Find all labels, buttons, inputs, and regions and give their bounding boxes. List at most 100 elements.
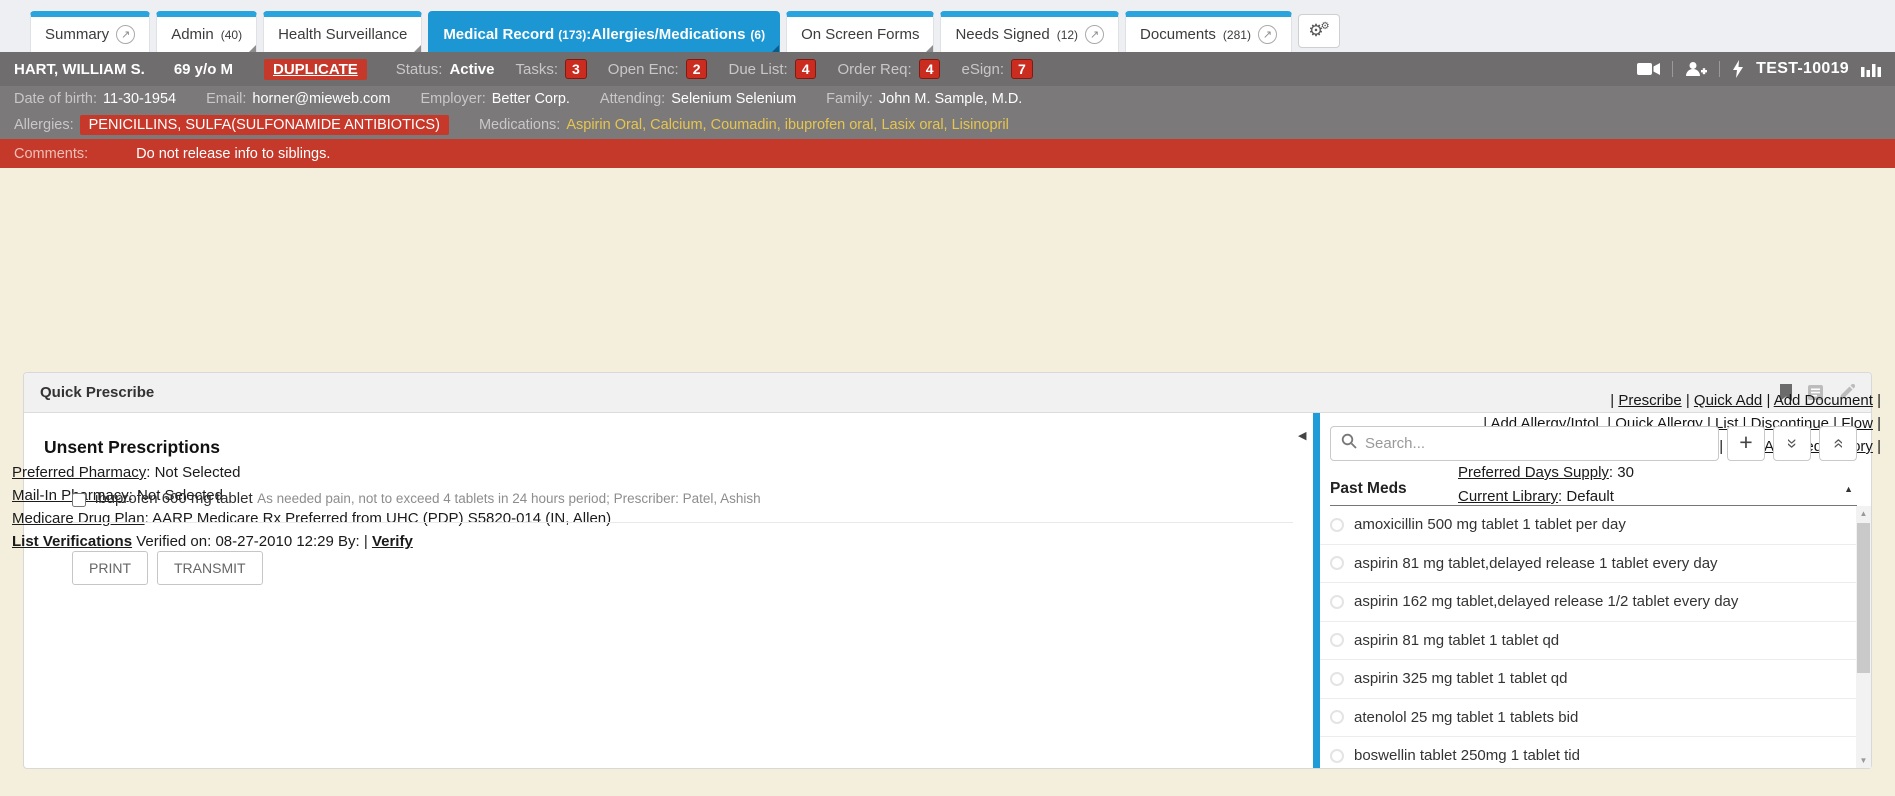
quick-prescribe-panel: Quick Prescribe Unsent Prescriptions <box>23 372 1872 769</box>
tab-sublabel: :Allergies/Medications <box>586 26 745 43</box>
past-med-row[interactable]: amoxicillin 500 mg tablet 1 tablet per d… <box>1320 506 1856 545</box>
medications-label: Medications: <box>479 117 560 133</box>
scroll-down-arrow[interactable]: ▼ <box>1856 753 1871 768</box>
attending-value: Selenium Selenium <box>671 91 796 107</box>
med-search-input[interactable] <box>1365 435 1708 452</box>
past-meds-title: Past Meds <box>1330 480 1407 498</box>
tab-label: On Screen Forms <box>801 26 919 43</box>
medication-link[interactable]: Coumadin <box>711 117 785 133</box>
action-link[interactable]: Quick Add <box>1694 392 1762 409</box>
past-med-label: atenolol 25 mg tablet 1 tablets bid <box>1354 709 1578 726</box>
past-med-label: aspirin 325 mg tablet 1 tablet qd <box>1354 670 1567 687</box>
medication-link[interactable]: ibuprofen oral <box>785 117 882 133</box>
add-med-button[interactable]: + <box>1727 426 1765 461</box>
scrollbar-thumb[interactable] <box>1857 523 1870 673</box>
past-med-label: aspirin 81 mg tablet,delayed release 1 t… <box>1354 555 1718 572</box>
past-med-row[interactable]: aspirin 81 mg tablet,delayed release 1 t… <box>1320 545 1856 584</box>
tab-label: Summary <box>45 26 109 43</box>
esign-count-badge[interactable]: 7 <box>1011 59 1033 79</box>
past-med-row[interactable]: atenolol 25 mg tablet 1 tablets bid <box>1320 699 1856 738</box>
medication-link[interactable]: Lasix oral <box>881 117 951 133</box>
collapse-sidebar-button[interactable]: ◀ <box>1298 429 1306 442</box>
tab-documents[interactable]: Documents (281) ↗ <box>1125 11 1292 52</box>
sort-ascending-icon: ▲ <box>1844 484 1853 494</box>
section-title: Unsent Prescriptions <box>44 437 1313 458</box>
patient-id: TEST-10019 <box>1756 60 1849 78</box>
settings-gear-button[interactable]: ⚙ ⚙ <box>1298 14 1340 48</box>
tab-on-screen-forms[interactable]: On Screen Forms <box>786 11 934 52</box>
add-person-icon[interactable] <box>1685 61 1707 77</box>
past-meds-header[interactable]: Past Meds ▲ <box>1330 473 1857 506</box>
external-link-icon[interactable]: ↗ <box>1258 25 1277 44</box>
dob-label: Date of birth: <box>14 91 97 107</box>
double-chevron-down-icon: » <box>1781 438 1802 448</box>
comments-label: Comments: <box>14 146 88 162</box>
radio-button[interactable] <box>1330 595 1344 609</box>
rx-note: As needed pain, not to exceed 4 tablets … <box>257 491 761 506</box>
tasks-count-badge[interactable]: 3 <box>565 59 587 79</box>
order-req-label: Order Req: <box>837 61 911 78</box>
double-chevron-up-icon: » <box>1827 438 1848 448</box>
medication-link[interactable]: Calcium <box>650 117 710 133</box>
past-med-row[interactable]: aspirin 325 mg tablet 1 tablet qd <box>1320 660 1856 699</box>
action-link[interactable]: Prescribe <box>1618 392 1681 409</box>
tasks-label: Tasks: <box>515 61 558 78</box>
dob-value: 11-30-1954 <box>103 91 176 107</box>
radio-button[interactable] <box>1330 672 1344 686</box>
tab-health-surveillance[interactable]: Health Surveillance <box>263 11 422 52</box>
past-med-row[interactable]: aspirin 81 mg tablet 1 tablet qd <box>1320 622 1856 661</box>
lightning-icon[interactable] <box>1732 60 1744 78</box>
print-button[interactable]: PRINT <box>72 551 148 585</box>
collapse-all-button[interactable]: » <box>1819 426 1857 461</box>
past-med-row[interactable]: boswellin tablet 250mg 1 tablet tid <box>1320 737 1856 768</box>
medication-link[interactable]: Aspirin Oral <box>566 117 650 133</box>
rx-checkbox[interactable] <box>72 493 86 507</box>
past-med-label: aspirin 162 mg tablet,delayed release 1/… <box>1354 593 1738 610</box>
allergies-badge[interactable]: PENICILLINS, SULFA(SULFONAMIDE ANTIBIOTI… <box>80 115 449 135</box>
video-camera-icon[interactable] <box>1637 62 1660 76</box>
med-search-box[interactable] <box>1330 426 1719 461</box>
external-link-icon[interactable]: ↗ <box>116 25 135 44</box>
radio-button[interactable] <box>1330 710 1344 724</box>
tab-count: (173) <box>558 28 586 42</box>
med-picker-sidebar: ◀ + » » Past Meds ▲ <box>1313 413 1871 768</box>
radio-button[interactable] <box>1330 556 1344 570</box>
action-link[interactable]: Add Document <box>1774 392 1873 409</box>
divider <box>1672 61 1673 77</box>
tab-subcount: (6) <box>750 28 765 42</box>
external-link-icon[interactable]: ↗ <box>1085 25 1104 44</box>
tab-label: Needs Signed <box>955 26 1049 43</box>
past-med-label: aspirin 81 mg tablet 1 tablet qd <box>1354 632 1559 649</box>
due-list-count-badge[interactable]: 4 <box>795 59 817 79</box>
radio-button[interactable] <box>1330 749 1344 763</box>
employer-label: Employer: <box>420 91 485 107</box>
tab-needs-signed[interactable]: Needs Signed (12) ↗ <box>940 11 1119 52</box>
scroll-up-arrow[interactable]: ▲ <box>1856 506 1871 521</box>
past-med-row[interactable]: aspirin 162 mg tablet,delayed release 1/… <box>1320 583 1856 622</box>
past-meds-rows: amoxicillin 500 mg tablet 1 tablet per d… <box>1320 506 1856 768</box>
gear-icon: ⚙ <box>1321 21 1330 32</box>
allergies-label: Allergies: <box>14 117 74 133</box>
radio-button[interactable] <box>1330 633 1344 647</box>
patient-age-sex: 69 y/o M <box>174 61 233 78</box>
open-enc-label: Open Enc: <box>608 61 679 78</box>
comments-text: Do not release info to siblings. <box>136 146 330 162</box>
past-med-label: boswellin tablet 250mg 1 tablet tid <box>1354 747 1580 764</box>
medication-link[interactable]: Lisinopril <box>952 117 1009 133</box>
chart-icon[interactable] <box>1861 61 1881 77</box>
status-label: Status: <box>396 61 443 78</box>
expand-all-button[interactable]: » <box>1773 426 1811 461</box>
due-list-label: Due List: <box>728 61 787 78</box>
tab-medical-record[interactable]: Medical Record (173) :Allergies/Medicati… <box>428 11 780 52</box>
transmit-button[interactable]: TRANSMIT <box>157 551 263 585</box>
open-enc-count-badge[interactable]: 2 <box>686 59 708 79</box>
status-value: Active <box>449 61 494 78</box>
tab-summary[interactable]: Summary ↗ <box>30 11 150 52</box>
family-value: John M. Sample, M.D. <box>879 91 1022 107</box>
list-scrollbar[interactable]: ▲ ▼ <box>1856 506 1871 768</box>
tab-admin[interactable]: Admin (40) <box>156 11 257 52</box>
order-req-count-badge[interactable]: 4 <box>919 59 941 79</box>
rx-name: ibuprofen 600 mg tablet <box>95 490 253 507</box>
radio-button[interactable] <box>1330 518 1344 532</box>
duplicate-badge[interactable]: DUPLICATE <box>264 59 367 80</box>
